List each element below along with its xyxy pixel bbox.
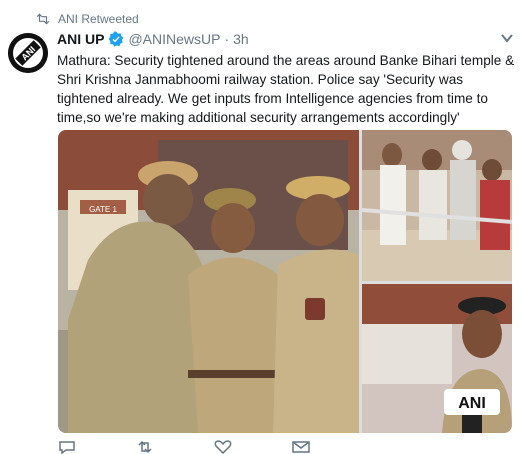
tweet-timestamp[interactable]: 3h xyxy=(233,31,249,47)
verified-badge-icon xyxy=(109,31,124,47)
gate-sign-text: GATE 1 xyxy=(89,205,117,214)
retweet-context: ANI Retweeted xyxy=(36,12,139,26)
chevron-down-icon[interactable] xyxy=(500,31,514,45)
photo-police-officers[interactable]: GATE 1 xyxy=(58,130,359,433)
tweet-media[interactable]: GATE 1 ANI xyxy=(58,130,512,433)
author-name[interactable]: ANI UP xyxy=(57,31,104,47)
retweet-label[interactable]: ANI Retweeted xyxy=(58,12,139,26)
photo-officer-interview[interactable]: ANI xyxy=(362,284,512,433)
tweet-text: Mathura: Security tightened around the a… xyxy=(57,53,515,125)
message-icon[interactable] xyxy=(292,440,310,454)
tweet-actions xyxy=(58,440,310,454)
separator: · xyxy=(224,31,230,47)
author-handle[interactable]: @ANINewsUP xyxy=(128,31,220,47)
reply-icon[interactable] xyxy=(58,440,76,454)
avatar[interactable]: ANI xyxy=(8,33,48,73)
tweet-header: ANI UP @ANINewsUP · 3h xyxy=(57,31,249,47)
ani-mic-watermark: ANI xyxy=(458,395,486,412)
retweet-action-icon[interactable] xyxy=(136,440,154,454)
like-icon[interactable] xyxy=(214,440,232,454)
retweet-icon xyxy=(36,13,50,25)
photo-crowd-railing[interactable] xyxy=(362,130,512,281)
